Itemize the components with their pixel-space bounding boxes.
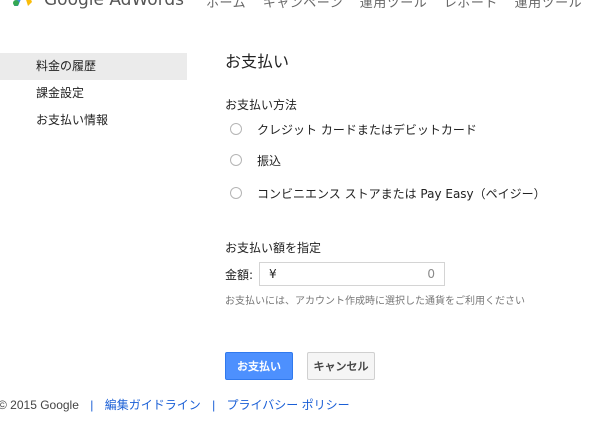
amount-section-label: お支払い額を指定 (225, 241, 322, 255)
currency-symbol: ¥ (269, 267, 277, 281)
amount-label: 金額: (225, 267, 254, 282)
privacy-policy-link[interactable]: プライバシー ポリシー (227, 398, 350, 412)
payment-option-convenience-store-label: コンビニエンス ストアまたは Pay Easy（ペイジー） (257, 186, 546, 201)
currency-hint: お支払いには、アカウント作成時に選択した通貨をご利用ください (225, 296, 525, 307)
copyright: © 2015 Google (0, 398, 79, 412)
amount-input[interactable]: ¥ 0 (259, 262, 446, 286)
logo-text: Google AdWords (44, 0, 185, 10)
nav-item-tools[interactable]: 運用ツール (360, 0, 428, 11)
nav-item-tools-2[interactable]: 運用ツール (515, 0, 583, 11)
sidebar-item-payment-info[interactable]: お支払い情報 (0, 107, 187, 134)
payment-option-transfer-label: 振込 (257, 153, 282, 168)
sidebar-item-billing-history[interactable]: 料金の履歴 (0, 53, 187, 80)
footer: © 2015 Google | 編集ガイドライン | プライバシー ポリシー (0, 396, 350, 413)
amount-value: 0 (427, 267, 436, 281)
footer-separator-2: | (212, 398, 216, 412)
editorial-guidelines-link[interactable]: 編集ガイドライン (105, 398, 201, 412)
footer-separator: | (90, 398, 94, 412)
payment-option-card-label: クレジット カードまたはデビットカード (257, 122, 477, 137)
amount-row: 金額: ¥ 0 (225, 262, 446, 286)
payment-option-card[interactable]: クレジット カードまたはデビットカード (230, 120, 477, 138)
adwords-logo-icon (13, 0, 32, 6)
payment-option-convenience-store[interactable]: コンビニエンス ストアまたは Pay Easy（ペイジー） (230, 184, 546, 202)
top-bar: Google AdWords ホーム キャンペーン 運用ツール レポート 運用ツ… (0, 0, 600, 11)
radio-transfer[interactable] (230, 154, 242, 166)
nav-item-home[interactable]: ホーム (206, 0, 246, 11)
radio-convenience-store[interactable] (230, 187, 242, 199)
pay-button[interactable]: お支払い (225, 352, 293, 380)
sidebar: 料金の履歴 課金設定 お支払い情報 (0, 53, 187, 134)
nav-item-reports[interactable]: レポート (444, 0, 498, 11)
top-nav: ホーム キャンペーン 運用ツール レポート 運用ツール (206, 0, 594, 11)
cancel-button[interactable]: キャンセル (307, 352, 375, 380)
nav-item-campaigns[interactable]: キャンペーン (263, 0, 343, 11)
payment-method-label: お支払い方法 (225, 98, 298, 112)
page-title: お支払い (225, 52, 290, 71)
payment-option-transfer[interactable]: 振込 (230, 151, 281, 169)
sidebar-item-billing-settings[interactable]: 課金設定 (0, 80, 187, 107)
radio-card[interactable] (230, 123, 242, 135)
